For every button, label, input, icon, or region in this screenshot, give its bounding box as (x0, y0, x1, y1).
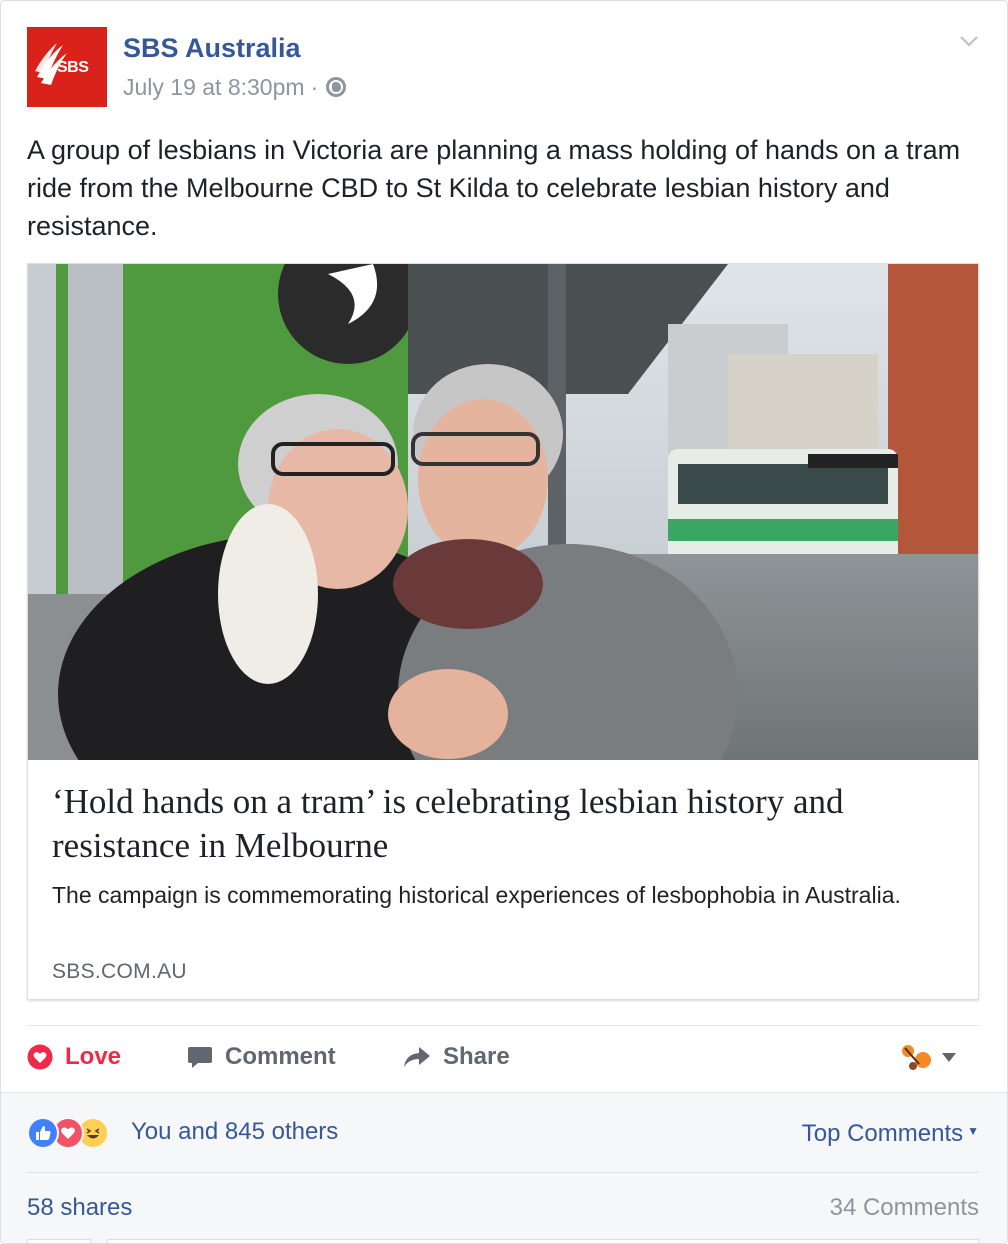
comment-input[interactable] (107, 1239, 979, 1243)
logo-text: SBS (57, 59, 89, 76)
globe-icon[interactable] (326, 77, 347, 97)
comments-count[interactable]: 34 Comments (830, 1194, 979, 1222)
comment-button[interactable]: Comment (187, 1041, 336, 1073)
comment-sort-label: Top Comments (801, 1120, 964, 1147)
love-icon (27, 1044, 53, 1070)
reaction-icons[interactable] (27, 1117, 109, 1149)
love-button[interactable]: Love (27, 1041, 121, 1073)
link-title[interactable]: ‘Hold hands on a tram’ is celebrating le… (52, 780, 962, 868)
page-avatar[interactable]: SBS (27, 27, 107, 107)
share-label: Share (443, 1043, 510, 1070)
post-timestamp[interactable]: July 19 at 8:30pm (123, 73, 305, 101)
page-name-link[interactable]: SBS Australia (123, 31, 301, 65)
link-preview-image[interactable] (28, 264, 978, 760)
love-label: Love (65, 1043, 122, 1070)
footer-divider (27, 1172, 979, 1173)
shares-count[interactable]: 58 shares (27, 1194, 132, 1222)
reaction-selector[interactable] (899, 1041, 959, 1073)
caret-down-icon (942, 1053, 956, 1062)
commenter-avatar (27, 1239, 91, 1243)
comment-icon (188, 1047, 212, 1068)
like-icon (27, 1117, 59, 1149)
link-preview[interactable]: ‘Hold hands on a tram’ is celebrating le… (27, 263, 979, 1000)
link-domain: SBS.COM.AU (52, 960, 187, 983)
reactions-icon (902, 1045, 931, 1070)
chevron-down-icon[interactable] (959, 31, 979, 51)
link-description: The campaign is commemorating historical… (52, 882, 901, 908)
post-meta: July 19 at 8:30pm · (123, 73, 347, 101)
share-icon (404, 1047, 430, 1067)
comment-sort-dropdown[interactable]: Top Comments ▼ (802, 1120, 979, 1148)
post-footer: You and 845 others Top Comments ▼ 58 shar… (1, 1092, 1007, 1243)
comment-label: Comment (225, 1043, 336, 1070)
reaction-summary[interactable]: You and 845 others (131, 1118, 338, 1146)
divider (27, 1025, 979, 1026)
meta-separator: · (310, 74, 319, 100)
post-card: SBS SBS Australia July 19 at 8:30pm · A … (0, 0, 1008, 1244)
post-message: A group of lesbians in Victoria are plan… (27, 135, 961, 241)
share-button[interactable]: Share (403, 1041, 510, 1073)
caret-down-icon: ▼ (967, 1124, 979, 1138)
photo-illustration (28, 264, 978, 760)
